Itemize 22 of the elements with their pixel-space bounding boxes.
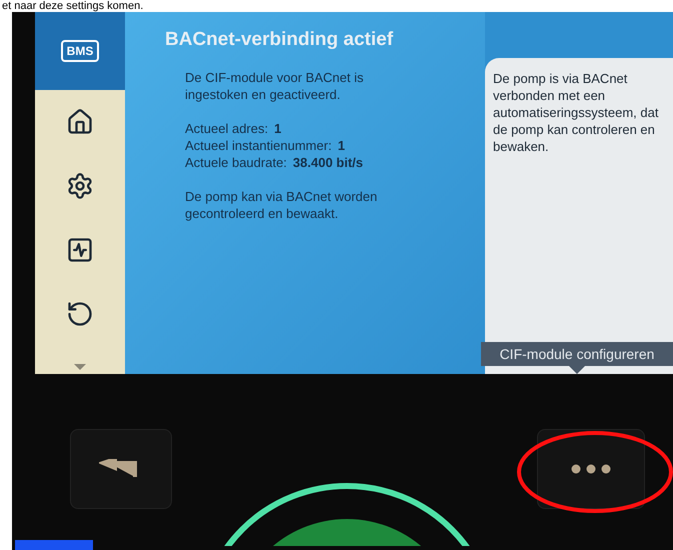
field-value: 1 bbox=[274, 120, 282, 136]
back-button[interactable] bbox=[70, 429, 172, 509]
tooltip-pointer bbox=[569, 366, 585, 374]
field-label: Actueel adres: bbox=[185, 120, 268, 136]
bms-label: BMS bbox=[60, 40, 100, 62]
field-label: Actuele baudrate: bbox=[185, 154, 287, 170]
more-icon bbox=[571, 464, 611, 474]
status-message: De CIF-module voor BACnet is ingestoken en geactiveerd. bbox=[185, 68, 364, 102]
pulse-icon bbox=[66, 236, 94, 264]
caption-text: et naar deze settings komen. bbox=[2, 0, 144, 12]
screen-title: BACnet-verbinding actief bbox=[165, 28, 394, 52]
scroll-down-icon[interactable] bbox=[74, 364, 86, 370]
field-value: 1 bbox=[338, 136, 345, 154]
info-message: De pomp kan via BACnet worden gecontroleerd en bewaakt. bbox=[185, 188, 378, 222]
field-value: 38.400 bit/s bbox=[292, 154, 364, 170]
help-text: De pomp is via BACnet verbonden met een automatiseringssysteem, dat de pomp kan controleren en bewaken. bbox=[493, 70, 660, 155]
undo-icon bbox=[66, 300, 94, 328]
sidebar-item[interactable]: BMS bbox=[35, 12, 125, 90]
settings-icon bbox=[66, 172, 94, 200]
more-button[interactable] bbox=[537, 429, 645, 509]
field-label: Actueel instantienummer: bbox=[185, 136, 332, 154]
home-icon bbox=[66, 108, 94, 136]
